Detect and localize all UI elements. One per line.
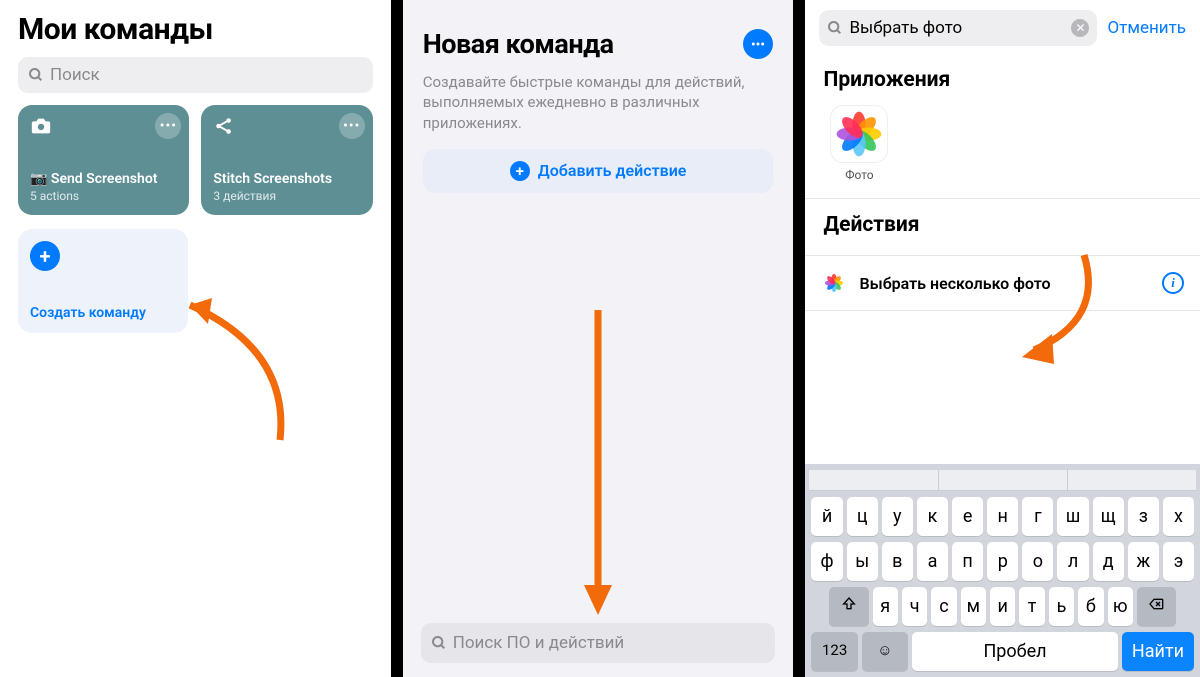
numbers-key[interactable]: 123 (811, 632, 857, 671)
camera-icon (30, 115, 52, 137)
ellipsis-icon (750, 36, 766, 52)
key-и[interactable]: и (990, 587, 1015, 626)
key-д[interactable]: д (1093, 542, 1124, 581)
shortcut-card-send-screenshot[interactable]: ••• 📷 Send Screenshot 5 actions (18, 105, 189, 215)
search-icon (28, 67, 44, 83)
card-subtitle: 3 действия (213, 189, 360, 203)
search-icon (827, 20, 843, 36)
key-ж[interactable]: ж (1128, 542, 1159, 581)
key-я[interactable]: я (873, 587, 898, 626)
plus-icon: + (510, 161, 530, 181)
page-title: Мои команды (18, 12, 373, 47)
search-placeholder: Поиск (50, 65, 363, 85)
keyboard-row: йцукенгшщзх (811, 497, 1194, 536)
key-е[interactable]: е (952, 497, 983, 536)
annotation-arrow (578, 310, 618, 620)
page-title: Новая команда (423, 28, 614, 60)
add-action-button[interactable]: + Добавить действие (423, 149, 774, 193)
app-photos[interactable]: Фото (831, 106, 887, 182)
header: Мои команды (0, 0, 391, 51)
emoji-key[interactable]: ☺ (862, 632, 908, 671)
keyboard-row: ячсмитьбю (811, 587, 1194, 626)
shift-key[interactable] (829, 587, 868, 626)
card-more-button[interactable]: ••• (339, 113, 365, 139)
search-input[interactable]: Поиск (18, 57, 373, 93)
key-ф[interactable]: ф (811, 542, 842, 581)
search-icon (431, 635, 447, 651)
key-ю[interactable]: ю (1108, 587, 1133, 626)
keyboard-suggestions (809, 470, 1196, 491)
app-label: Фото (831, 168, 887, 182)
space-key[interactable]: Пробел (912, 632, 1118, 671)
key-н[interactable]: н (987, 497, 1018, 536)
action-search-input[interactable]: Поиск ПО и действий (421, 623, 776, 663)
key-а[interactable]: а (917, 542, 948, 581)
key-р[interactable]: р (987, 542, 1018, 581)
info-button[interactable]: i (1162, 272, 1184, 294)
action-select-multiple-photos[interactable]: Выбрать несколько фото i (805, 256, 1200, 311)
key-ш[interactable]: ш (1057, 497, 1088, 536)
cancel-button[interactable]: Отменить (1107, 18, 1186, 38)
plus-icon: + (30, 241, 60, 271)
key-б[interactable]: б (1078, 587, 1103, 626)
key-з[interactable]: з (1128, 497, 1159, 536)
card-title: Stitch Screenshots (213, 171, 360, 187)
card-more-button[interactable]: ••• (155, 113, 181, 139)
search-placeholder: Поиск ПО и действий (453, 633, 625, 653)
shortcut-grid: ••• 📷 Send Screenshot 5 actions ••• Stit… (0, 105, 391, 215)
key-м[interactable]: м (961, 587, 986, 626)
key-ц[interactable]: ц (847, 497, 878, 536)
key-с[interactable]: с (931, 587, 956, 626)
key-в[interactable]: в (882, 542, 913, 581)
suggestion[interactable] (939, 470, 1068, 490)
key-у[interactable]: у (882, 497, 913, 536)
card-title: 📷 Send Screenshot (30, 171, 177, 187)
key-г[interactable]: г (1022, 497, 1053, 536)
apps-section-title: Приложения (805, 54, 1200, 100)
add-action-label: Добавить действие (538, 161, 687, 180)
photos-app-icon (831, 106, 887, 162)
shortcut-card-stitch-screenshots[interactable]: ••• Stitch Screenshots 3 действия (201, 105, 372, 215)
description-text: Создавайте быстрые команды для действий,… (403, 66, 794, 149)
keyboard-bottom-row: 123 ☺ Пробел Найти (811, 632, 1194, 671)
shift-icon (841, 596, 857, 612)
card-subtitle: 5 actions (30, 189, 177, 203)
action-label: Выбрать несколько фото (859, 274, 1150, 293)
key-л[interactable]: л (1057, 542, 1088, 581)
more-button[interactable] (743, 29, 773, 59)
search-bar-row: ✕ Отменить (805, 0, 1200, 54)
key-ч[interactable]: ч (902, 587, 927, 626)
backspace-icon (1146, 596, 1166, 612)
panel-new-shortcut: Новая команда Создавайте быстрые команды… (391, 0, 806, 677)
find-key[interactable]: Найти (1122, 632, 1194, 671)
actions-section-title: Действия (805, 199, 1200, 245)
key-к[interactable]: к (917, 497, 948, 536)
backspace-key[interactable] (1137, 587, 1176, 626)
create-shortcut-label: Создать команду (30, 305, 176, 321)
panel-search-actions: ✕ Отменить Приложения Фото Действия (805, 0, 1200, 677)
key-й[interactable]: й (811, 497, 842, 536)
key-ь[interactable]: ь (1049, 587, 1074, 626)
key-т[interactable]: т (1019, 587, 1044, 626)
suggestion[interactable] (809, 470, 938, 490)
key-х[interactable]: х (1163, 497, 1194, 536)
header: Новая команда (403, 0, 794, 66)
share-icon (213, 115, 235, 137)
key-э[interactable]: э (1163, 542, 1194, 581)
create-shortcut-card[interactable]: + Создать команду (18, 229, 188, 333)
keyboard-row: фывапролджэ (811, 542, 1194, 581)
photos-icon (821, 270, 847, 296)
key-щ[interactable]: щ (1093, 497, 1124, 536)
key-о[interactable]: о (1022, 542, 1053, 581)
clear-search-button[interactable]: ✕ (1071, 19, 1089, 37)
key-ы[interactable]: ы (847, 542, 878, 581)
search-field[interactable]: ✕ (819, 10, 1097, 46)
search-input[interactable] (849, 18, 1071, 38)
keyboard: йцукенгшщзх фывапролджэ ячсмитьбю 123 ☺ … (805, 464, 1200, 677)
suggestion[interactable] (1068, 470, 1196, 490)
panel-my-shortcuts: Мои команды Поиск ••• 📷 Send Screenshot … (0, 0, 391, 677)
key-п[interactable]: п (952, 542, 983, 581)
